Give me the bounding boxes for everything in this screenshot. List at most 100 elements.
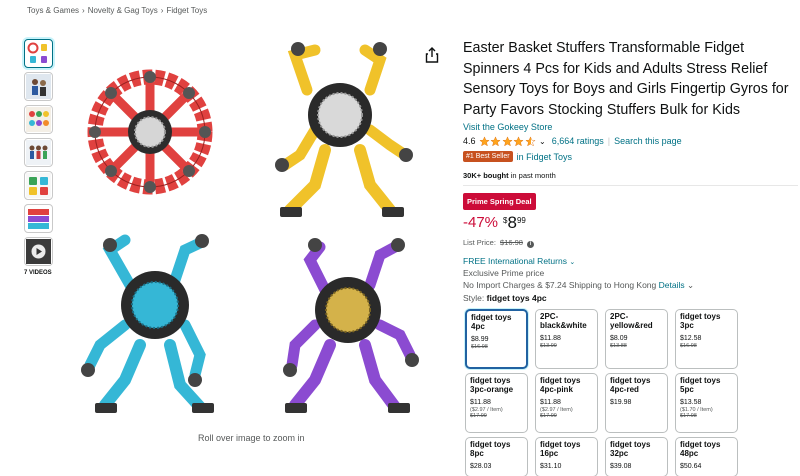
thumbnail-3[interactable] (24, 105, 53, 134)
style-option-price: $11.88 (540, 399, 561, 406)
thumbnail-5[interactable] (24, 171, 53, 200)
style-label: Style: (463, 293, 485, 303)
thumbnail-2[interactable] (24, 72, 53, 101)
import-charges-text: No Import Charges & $7.24 Shipping to Ho… (463, 280, 657, 290)
style-option-list-price: $16.98 (471, 344, 488, 350)
star-icon (490, 135, 501, 146)
variety-photo-icon (26, 107, 51, 132)
chevron-down-icon[interactable]: ⌄ (687, 280, 694, 290)
purple-spinner (283, 238, 419, 413)
style-option[interactable]: fidget toys 4pc-red $19.98 (605, 373, 668, 433)
style-option[interactable]: 2PC-black&white $11.88 $13.99 (535, 309, 598, 369)
shipping-text[interactable]: FREE International Returns (463, 256, 567, 266)
free-returns-link[interactable]: FREE International Returns ⌄ (463, 256, 798, 266)
chevron-down-icon[interactable]: ⌄ (539, 137, 546, 146)
deal-badge: Prime Spring Deal (463, 193, 536, 210)
blue-spinner (81, 234, 214, 413)
list-price: List Price: $16.98 i (463, 238, 798, 248)
style-option-price: $39.08 (610, 463, 632, 470)
thumbnail-4[interactable] (24, 138, 53, 167)
price-whole: 8 (507, 213, 517, 232)
list-price-label: List Price: (463, 238, 496, 247)
breadcrumb-item-fidget-toys[interactable]: Fidget Toys (166, 6, 207, 15)
style-option-name: 2PC-black&white (540, 312, 587, 330)
half-star-icon (524, 135, 536, 146)
star-icon (478, 135, 490, 146)
style-option-price: $12.58 (680, 335, 702, 342)
info-icon[interactable]: i (527, 241, 535, 248)
style-option-price: $11.88 (540, 335, 561, 342)
rating-value[interactable]: 4.6 (463, 136, 476, 146)
ratings-row: 4.6 ⌄ 6,664 ratings | Search this page (463, 134, 798, 148)
breadcrumb-separator: › (82, 6, 85, 15)
features-photo-icon (26, 173, 51, 198)
discount-percent: -47% (463, 214, 499, 231)
style-option[interactable]: 2PC-yellow&red $8.09 $13.88 (605, 309, 668, 369)
style-option-name: fidget toys 3pc-orange (470, 376, 514, 394)
ratings-count-link[interactable]: 6,664 ratings (552, 136, 604, 146)
style-option-price: $19.98 (610, 399, 632, 406)
style-option-price: $28.03 (470, 463, 492, 470)
style-option-list-price: $17.99 (540, 413, 557, 419)
style-option-name: fidget toys 4pc (471, 313, 512, 331)
share-icon[interactable] (425, 47, 439, 63)
breadcrumb-item-toys-games[interactable]: Toys & Games (27, 6, 79, 15)
details-link[interactable]: Details (659, 280, 685, 290)
star-rating[interactable] (478, 135, 537, 147)
search-this-page-link[interactable]: Search this page (614, 136, 682, 146)
style-option[interactable]: fidget toys 3pc $12.58 $16.98 (675, 309, 738, 369)
red-spinner (87, 69, 213, 195)
style-value: fidget toys 4pc (486, 293, 547, 303)
style-option-name: 2PC-yellow&red (610, 312, 653, 330)
colors-photo-icon (26, 206, 51, 231)
store-link[interactable]: Visit the Gokeey Store (463, 122, 798, 132)
style-row: Style: fidget toys 4pc (463, 293, 798, 303)
thumbnail-strip: 7 VIDEOS (24, 39, 56, 276)
price-row: -47% $ 8 99 (463, 214, 798, 234)
bought-period: in past month (510, 171, 556, 180)
style-option-list-price: $17.98 (680, 413, 697, 419)
style-option[interactable]: fidget toys 16pc $31.10 (535, 437, 598, 476)
style-option[interactable]: fidget toys 5pc $13.58 ($1.70 / Item) $17.9… (675, 373, 738, 433)
thumbnail-6[interactable] (24, 204, 53, 233)
style-option-price: $13.58 (680, 399, 702, 406)
spinner-set-icon (27, 42, 47, 63)
style-option[interactable]: fidget toys 48pc $50.64 (675, 437, 738, 476)
style-option-name: fidget toys 16pc (540, 440, 581, 458)
best-seller-row: #1 Best Seller in Fidget Toys (463, 151, 798, 162)
style-option-name: fidget toys 8pc (470, 440, 511, 458)
breadcrumb-separator: › (160, 6, 164, 15)
style-option-name: fidget toys 4pc-pink (540, 376, 581, 394)
videos-count-label[interactable]: 7 VIDEOS (24, 270, 56, 276)
thumbnail-1[interactable] (24, 39, 53, 68)
style-option[interactable]: fidget toys 32pc $39.08 (605, 437, 668, 476)
style-option[interactable]: fidget toys 4pc $8.99 $16.98 (465, 309, 528, 369)
style-option-name: fidget toys 5pc (680, 376, 721, 394)
style-option-name: fidget toys 32pc (610, 440, 651, 458)
main-product-image[interactable] (70, 35, 420, 430)
best-seller-badge[interactable]: #1 Best Seller (463, 151, 513, 162)
style-option[interactable]: fidget toys 3pc-orange $11.88 ($2.97 / Ite… (465, 373, 528, 433)
list-price-value: $16.98 (500, 238, 523, 247)
style-option-list-price: $13.88 (610, 343, 627, 349)
style-option[interactable]: fidget toys 8pc $28.03 (465, 437, 528, 476)
bought-count: 30K+ bought (463, 171, 509, 180)
style-option-price: $8.99 (471, 336, 489, 343)
chevron-down-icon[interactable]: ⌄ (569, 259, 575, 266)
zoom-hint: Roll over image to zoom in (198, 433, 305, 443)
best-seller-category-link[interactable]: in Fidget Toys (517, 152, 572, 162)
yellow-spinner (275, 42, 413, 217)
style-option[interactable]: fidget toys 4pc-pink $11.88 ($2.97 / Item)… (535, 373, 598, 433)
video-thumbnail[interactable] (24, 237, 53, 266)
style-option-list-price: $13.99 (540, 343, 557, 349)
breadcrumb: Toys & Games › Novelty & Gag Toys › Fidget T… (27, 6, 207, 15)
people-photo-icon (26, 74, 51, 99)
style-option-price: $31.10 (540, 463, 562, 470)
bought-in-past-month: 30K+ bought in past month (463, 171, 798, 180)
divider: | (607, 136, 611, 146)
style-option-list-price: $16.98 (680, 343, 697, 349)
breadcrumb-item-novelty-gag-toys[interactable]: Novelty & Gag Toys (88, 6, 158, 15)
style-option-price: $11.88 (470, 399, 491, 406)
style-option-name: fidget toys 3pc (680, 312, 721, 330)
kids-photo-icon (26, 140, 51, 165)
